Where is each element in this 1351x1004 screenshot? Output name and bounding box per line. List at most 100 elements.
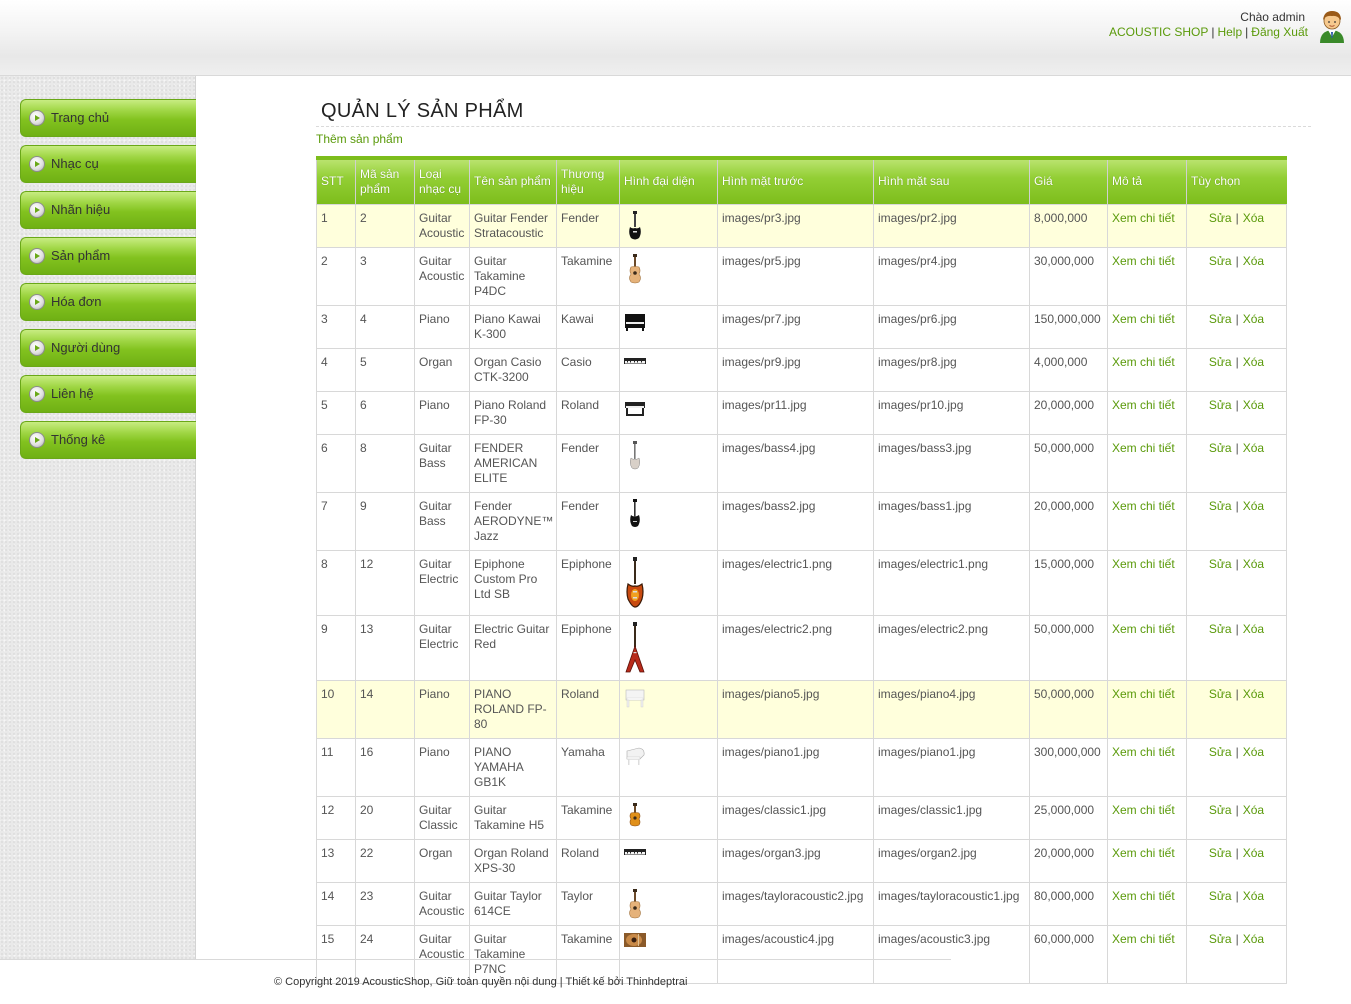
delete-link[interactable]: Xóa xyxy=(1243,622,1264,636)
cell-brand: Takamine xyxy=(556,795,620,840)
cell-brand: Roland xyxy=(556,838,620,883)
table-row: 6 8 Guitar Bass FENDER AMERICAN ELITE Fender… xyxy=(316,433,1287,493)
logout-link[interactable]: Đăng Xuất xyxy=(1251,25,1308,39)
view-detail-link[interactable]: Xem chi tiết xyxy=(1112,398,1175,412)
edit-link[interactable]: Sửa xyxy=(1209,211,1232,225)
delete-link[interactable]: Xóa xyxy=(1243,687,1264,701)
cell-front-image: images/pr9.jpg xyxy=(717,347,874,392)
add-product-link[interactable]: Thêm sản phẩm xyxy=(316,132,403,146)
edit-link[interactable]: Sửa xyxy=(1209,355,1232,369)
keyboard-icon xyxy=(624,357,646,364)
help-link[interactable]: Help xyxy=(1217,25,1242,39)
cell-thumbnail xyxy=(619,347,718,392)
arrow-bullet-icon xyxy=(29,156,45,172)
cell-product-code: 14 xyxy=(355,679,415,739)
sidebar-item-label: Trang chủ xyxy=(51,110,110,125)
delete-link[interactable]: Xóa xyxy=(1243,745,1264,759)
delete-link[interactable]: Xóa xyxy=(1243,932,1264,946)
table-row: 12 20 Guitar Classic Guitar Takamine H5 Taka… xyxy=(316,795,1287,840)
copyright-text: © Copyright 2019 AcousticShop, Giữ toàn … xyxy=(274,976,688,988)
table-row: 10 14 Piano PIANO ROLAND FP-80 Roland images/… xyxy=(316,679,1287,739)
view-detail-link[interactable]: Xem chi tiết xyxy=(1112,441,1175,455)
cell-description: Xem chi tiết xyxy=(1107,304,1187,349)
cell-brand: Takamine xyxy=(556,246,620,306)
edit-link[interactable]: Sửa xyxy=(1209,499,1232,513)
cell-options: Sửa | Xóa xyxy=(1186,881,1287,926)
cell-instrument-type: Guitar Bass xyxy=(414,491,470,551)
classic-guitar-icon xyxy=(629,802,641,826)
bass-guitar-black-icon xyxy=(630,498,640,527)
cell-description: Xem chi tiết xyxy=(1107,347,1187,392)
view-detail-link[interactable]: Xem chi tiết xyxy=(1112,932,1175,946)
sidebar-item-contact[interactable]: Liên hệ xyxy=(20,375,196,413)
edit-link[interactable]: Sửa xyxy=(1209,398,1232,412)
edit-link[interactable]: Sửa xyxy=(1209,932,1232,946)
view-detail-link[interactable]: Xem chi tiết xyxy=(1112,889,1175,903)
cell-instrument-type: Guitar Electric xyxy=(414,549,470,616)
sidebar-item-invoices[interactable]: Hóa đơn xyxy=(20,283,196,321)
edit-link[interactable]: Sửa xyxy=(1209,441,1232,455)
edit-link[interactable]: Sửa xyxy=(1209,803,1232,817)
delete-link[interactable]: Xóa xyxy=(1243,441,1264,455)
cell-product-name: Guitar Taylor 614CE xyxy=(469,881,557,926)
view-detail-link[interactable]: Xem chi tiết xyxy=(1112,745,1175,759)
sidebar-item-statistics[interactable]: Thống kê xyxy=(20,421,196,459)
column-header-instrument-type: Loại nhạc cụ xyxy=(414,156,470,204)
sidebar-item-users[interactable]: Người dùng xyxy=(20,329,196,367)
sidebar-item-products[interactable]: Sản phẩm xyxy=(20,237,196,275)
arrow-bullet-icon xyxy=(29,248,45,264)
shop-link[interactable]: ACOUSTIC SHOP xyxy=(1109,25,1208,39)
cell-front-image: images/piano5.jpg xyxy=(717,679,874,739)
title-divider xyxy=(316,126,1311,127)
bass-guitar-icon xyxy=(629,440,641,469)
cell-description: Xem chi tiết xyxy=(1107,838,1187,883)
view-detail-link[interactable]: Xem chi tiết xyxy=(1112,846,1175,860)
edit-link[interactable]: Sửa xyxy=(1209,846,1232,860)
view-detail-link[interactable]: Xem chi tiết xyxy=(1112,254,1175,268)
delete-link[interactable]: Xóa xyxy=(1243,254,1264,268)
delete-link[interactable]: Xóa xyxy=(1243,398,1264,412)
sidebar-item-home[interactable]: Trang chủ xyxy=(20,99,196,137)
view-detail-link[interactable]: Xem chi tiết xyxy=(1112,499,1175,513)
edit-link[interactable]: Sửa xyxy=(1209,745,1232,759)
separator: | xyxy=(1235,744,1239,759)
cell-front-image: images/pr11.jpg xyxy=(717,390,874,435)
cell-product-name: PIANO YAMAHA GB1K xyxy=(469,737,557,797)
delete-link[interactable]: Xóa xyxy=(1243,211,1264,225)
separator: | xyxy=(1235,686,1239,701)
delete-link[interactable]: Xóa xyxy=(1243,846,1264,860)
view-detail-link[interactable]: Xem chi tiết xyxy=(1112,355,1175,369)
table-row: 1 2 Guitar Acoustic Guitar Fender Stratacou… xyxy=(316,203,1287,248)
delete-link[interactable]: Xóa xyxy=(1243,312,1264,326)
delete-link[interactable]: Xóa xyxy=(1243,889,1264,903)
delete-link[interactable]: Xóa xyxy=(1243,557,1264,571)
view-detail-link[interactable]: Xem chi tiết xyxy=(1112,687,1175,701)
sidebar-item-instruments[interactable]: Nhạc cụ xyxy=(20,145,196,183)
view-detail-link[interactable]: Xem chi tiết xyxy=(1112,803,1175,817)
cell-options: Sửa | Xóa xyxy=(1186,737,1287,797)
cell-options: Sửa | Xóa xyxy=(1186,203,1287,248)
edit-link[interactable]: Sửa xyxy=(1209,622,1232,636)
sunburst-guitar-icon xyxy=(626,556,644,608)
cell-price: 15,000,000 xyxy=(1029,549,1108,616)
edit-link[interactable]: Sửa xyxy=(1209,889,1232,903)
cell-price: 20,000,000 xyxy=(1029,390,1108,435)
cell-price: 60,000,000 xyxy=(1029,924,1108,984)
cell-price: 8,000,000 xyxy=(1029,203,1108,248)
cell-brand: Fender xyxy=(556,203,620,248)
view-detail-link[interactable]: Xem chi tiết xyxy=(1112,557,1175,571)
cell-product-name: PIANO ROLAND FP-80 xyxy=(469,679,557,739)
edit-link[interactable]: Sửa xyxy=(1209,254,1232,268)
delete-link[interactable]: Xóa xyxy=(1243,803,1264,817)
view-detail-link[interactable]: Xem chi tiết xyxy=(1112,312,1175,326)
edit-link[interactable]: Sửa xyxy=(1209,312,1232,326)
delete-link[interactable]: Xóa xyxy=(1243,355,1264,369)
edit-link[interactable]: Sửa xyxy=(1209,687,1232,701)
view-detail-link[interactable]: Xem chi tiết xyxy=(1112,622,1175,636)
sidebar-item-brands[interactable]: Nhãn hiệu xyxy=(20,191,196,229)
cell-stt: 4 xyxy=(316,347,356,392)
view-detail-link[interactable]: Xem chi tiết xyxy=(1112,211,1175,225)
edit-link[interactable]: Sửa xyxy=(1209,557,1232,571)
delete-link[interactable]: Xóa xyxy=(1243,499,1264,513)
column-header-product-name: Tên sản phẩm xyxy=(469,156,557,204)
